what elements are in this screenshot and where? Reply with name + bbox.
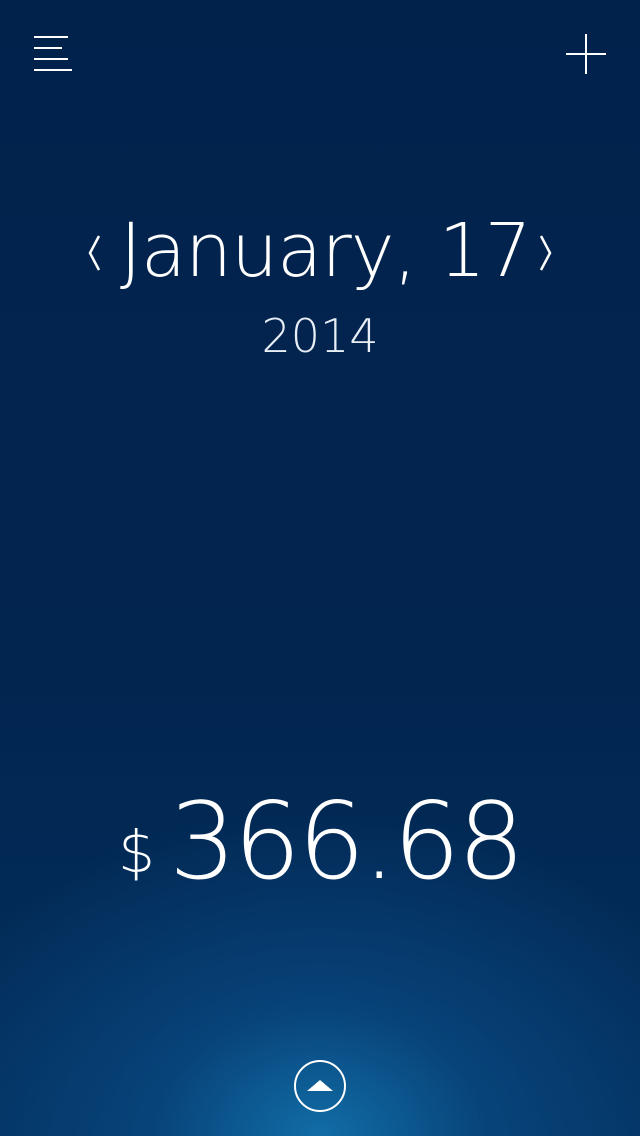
previous-day-button[interactable] (80, 228, 110, 278)
menu-button[interactable] (34, 34, 74, 72)
menu-icon-line (34, 58, 68, 60)
next-day-button[interactable] (530, 228, 560, 278)
menu-icon (34, 36, 68, 38)
date-navigator: January, 17 (0, 200, 640, 300)
add-button[interactable] (566, 34, 606, 74)
chevron-right-icon (539, 235, 552, 271)
date-label: January, 17 (120, 208, 532, 294)
menu-icon-line (34, 69, 72, 71)
amount-value: 366.68 (169, 780, 525, 903)
chevron-left-icon (88, 235, 101, 271)
menu-icon-line (34, 47, 62, 49)
expand-details-button[interactable] (294, 1060, 346, 1112)
total-amount: $366.68 (0, 780, 640, 903)
chevron-up-circle-icon (307, 1080, 333, 1091)
year-label: 2014 (261, 309, 379, 363)
currency-symbol: $ (118, 818, 155, 886)
plus-icon-stroke (585, 34, 587, 74)
